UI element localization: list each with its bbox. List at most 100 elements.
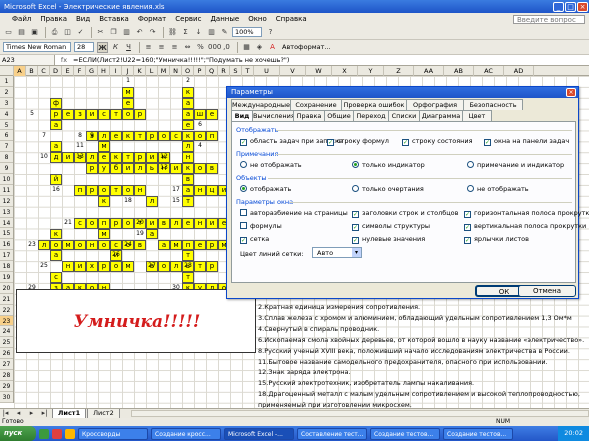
option-status-bar[interactable]: ✓ строку состояния [402,137,472,146]
crossword-cell[interactable]: о [50,239,62,251]
crossword-cell[interactable]: т [134,130,146,142]
italic-button[interactable]: К [110,42,121,53]
row-header[interactable]: 21 [0,294,13,305]
crossword-cell[interactable]: о [194,163,206,175]
fill-color-icon[interactable]: ◈ [254,42,265,53]
column-header[interactable]: Q [206,66,218,76]
quicklaunch-icon[interactable] [65,428,75,439]
dialog-tab[interactable]: Вычисления [252,110,295,121]
save-icon[interactable]: ▣ [29,27,40,38]
option-vscroll[interactable]: ✓ вертикальная полоса прокрутки [464,222,586,231]
column-header[interactable]: S [230,66,242,76]
menu-item[interactable]: Вставка [99,15,129,23]
dialog-tab[interactable]: Списки [388,110,420,121]
crossword-cell[interactable]: и [122,163,134,175]
crossword-cell[interactable]: п [74,185,86,196]
row-header[interactable]: 1 [0,76,13,87]
crossword-cell[interactable]: н [182,152,194,164]
row-header[interactable]: 18 [0,261,13,273]
option-hscroll[interactable]: ✓ горизонтальная полоса прокрутки [464,209,589,218]
column-header[interactable]: A [14,66,26,76]
crossword-cell[interactable]: и [146,217,158,229]
crossword-cell[interactable]: е [194,239,206,251]
dialog-tab[interactable]: Переход [353,110,389,121]
crossword-cell[interactable]: т [182,272,194,284]
copy-icon[interactable]: ❐ [108,27,119,38]
crossword-cell[interactable]: т [182,250,194,262]
align-center-icon[interactable]: ≡ [156,42,167,53]
row-header[interactable]: 17 [0,250,13,262]
redo-icon[interactable]: ↷ [147,27,158,38]
crossword-cell[interactable]: о [74,239,86,251]
crossword-cell[interactable]: т [122,152,134,164]
column-header[interactable]: L [146,66,158,76]
spell-icon[interactable]: ✓ [75,27,86,38]
taskbar-item[interactable]: Создание тестов... [370,427,440,440]
option-formula-bar[interactable]: ✓ строку формул [327,137,389,146]
row-header[interactable]: 7 [0,141,13,153]
menu-item[interactable]: Вид [76,15,90,23]
dialog-close-icon[interactable]: × [566,88,576,97]
crossword-cell[interactable]: е [182,119,194,131]
crossword-cell[interactable]: л [182,141,194,153]
dialog-tab[interactable]: Правка [293,110,325,121]
help-icon[interactable]: ? [265,27,276,38]
crossword-cell[interactable]: м [98,141,110,153]
fx-icon[interactable]: fx [55,56,73,64]
column-header[interactable]: D [50,66,62,76]
menu-item[interactable]: Файл [12,15,31,23]
row-header[interactable]: 15 [0,228,13,240]
notes-both-radio[interactable]: примечание и индикатор [467,161,564,169]
dialog-tab[interactable]: Проверка ошибок [341,99,407,110]
currency-icon[interactable]: % [195,42,206,53]
row-header[interactable]: 2 [0,87,13,98]
font-color-icon[interactable]: A [267,42,278,53]
column-header[interactable]: V [280,66,306,76]
taskbar-item[interactable]: Microsoft Excel -... [224,427,294,440]
crossword-cell[interactable]: а [158,239,170,251]
thousands-icon[interactable]: 000 [208,42,221,53]
crossword-cell[interactable]: л [98,130,110,142]
crossword-cell[interactable]: т [194,261,206,273]
menu-item[interactable]: Сервис [175,15,201,23]
notes-indicator-radio[interactable]: только индикатор [352,161,425,169]
row-header[interactable]: 12 [0,196,13,207]
crossword-cell[interactable]: а [50,119,62,131]
crossword-cell[interactable]: н [62,261,74,273]
crossword-cell[interactable]: н [194,185,206,196]
row-header[interactable]: 25 [0,337,13,349]
dialog-tab[interactable]: Безопасность [463,99,523,110]
option-formulas[interactable]: формулы [240,222,282,230]
font-name-combo[interactable]: Times New Roman [3,42,71,52]
crossword-cell[interactable]: м [122,261,134,273]
crossword-cell[interactable]: п [206,130,218,142]
formula-text[interactable]: =ЕСЛИ(Лист2!U22=160;"Умничка!!!!!";"Поду… [73,56,289,64]
crossword-cell[interactable]: л [170,261,182,273]
crossword-cell[interactable]: р [206,261,218,273]
crossword-cell[interactable]: ц [206,185,218,196]
crossword-cell[interactable]: о [110,261,122,273]
autoformat-button[interactable]: Автоформат... [282,43,331,51]
crossword-cell[interactable]: и [86,108,98,120]
column-header[interactable]: F [74,66,86,76]
crossword-cell[interactable]: с [74,217,86,229]
crossword-cell[interactable]: е [110,130,122,142]
font-size-combo[interactable]: 28 [74,42,94,52]
crossword-cell[interactable]: о [158,130,170,142]
dialog-tab[interactable]: Сохранение [290,99,342,110]
column-header[interactable]: T [242,66,254,76]
sheet-tab-2[interactable]: Лист2 [87,408,120,419]
sheet-tab-1[interactable]: Лист1 [52,408,87,419]
crossword-cell[interactable]: о [158,261,170,273]
option-gridlines[interactable]: ✓ сетка [240,235,269,244]
column-header[interactable]: W [306,66,332,76]
crossword-cell[interactable]: р [146,130,158,142]
paste-icon[interactable]: ▥ [121,27,132,38]
crossword-cell[interactable]: с [98,108,110,120]
crossword-cell[interactable]: о [86,217,98,229]
column-header[interactable]: K [134,66,146,76]
crossword-cell[interactable]: о [194,130,206,142]
row-header[interactable]: 24 [0,326,13,338]
open-icon[interactable]: ▤ [16,27,27,38]
column-header[interactable]: AB [444,66,474,76]
